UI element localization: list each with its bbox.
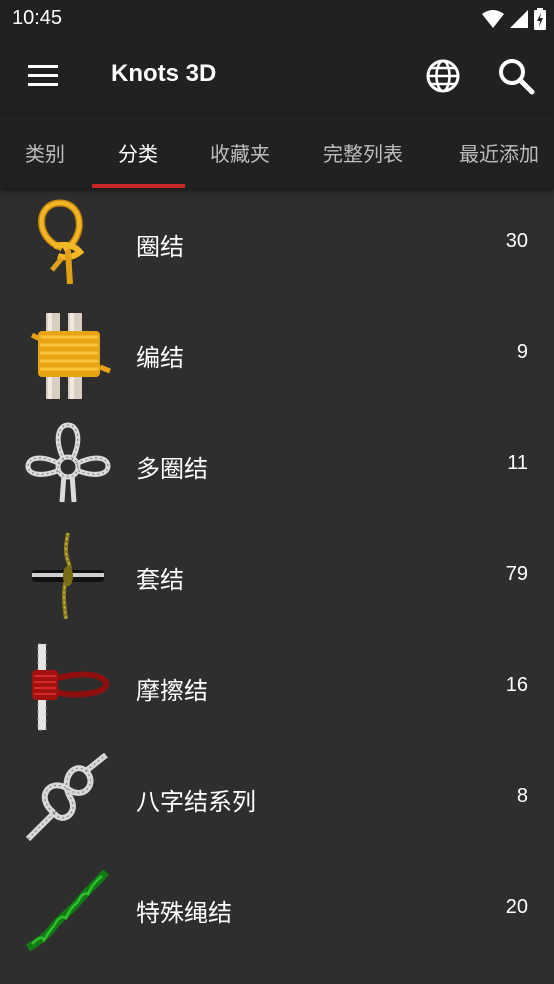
category-name: 特殊绳结 <box>136 899 232 927</box>
list-item[interactable]: 摩擦结 16 <box>0 632 554 743</box>
category-name: 套结 <box>136 566 184 594</box>
wifi-icon <box>482 10 504 28</box>
category-count: 11 <box>507 452 528 474</box>
signal-icon <box>510 10 528 28</box>
category-count: 79 <box>505 563 528 585</box>
category-name: 多圈结 <box>136 455 208 483</box>
list-item[interactable]: 圈结 30 <box>0 188 554 299</box>
multi-loop-knot-icon <box>25 422 111 503</box>
list-item[interactable]: 套结 79 <box>0 521 554 632</box>
category-count: 20 <box>505 896 528 918</box>
category-name: 编结 <box>136 344 184 372</box>
menu-icon[interactable] <box>28 65 58 87</box>
category-name: 摩擦结 <box>136 677 208 705</box>
list-item[interactable]: 多圈结 11 <box>0 410 554 521</box>
tab-classification[interactable]: 分类 <box>118 138 158 167</box>
search-icon[interactable] <box>496 56 536 96</box>
figure-eight-knot-icon <box>25 753 108 842</box>
special-knot-icon <box>25 869 110 952</box>
category-name: 八字结系列 <box>136 788 256 816</box>
battery-icon <box>534 8 546 30</box>
tab-favorites[interactable]: 收藏夹 <box>210 138 270 167</box>
loop-knot-icon <box>38 199 85 285</box>
category-name: 圈结 <box>136 233 184 261</box>
tab-bar: 类别 分类 收藏夹 完整列表 最近添加 <box>0 114 554 188</box>
category-count: 9 <box>516 341 528 363</box>
list-item[interactable]: 八字结系列 8 <box>0 743 554 854</box>
tab-full-list[interactable]: 完整列表 <box>323 138 403 167</box>
app-title: Knots 3D <box>111 60 217 87</box>
status-bar: 10:45 <box>0 0 554 38</box>
category-count: 16 <box>505 674 528 696</box>
hitch-knot-icon <box>32 532 104 620</box>
list-item[interactable]: 特殊绳结 20 <box>0 854 554 965</box>
status-time: 10:45 <box>12 7 63 29</box>
list-item[interactable]: 编结 9 <box>0 299 554 410</box>
globe-icon[interactable] <box>424 57 462 95</box>
category-count: 8 <box>516 785 528 807</box>
friction-knot-icon <box>32 643 110 731</box>
category-list: 圈结 30 编结 9 多圈结 11 套结 79 摩擦结 16 八字结系列 8 特… <box>0 188 554 965</box>
tab-categories[interactable]: 类别 <box>25 138 65 167</box>
status-icons <box>482 7 546 31</box>
tab-recently-added[interactable]: 最近添加 <box>459 138 539 167</box>
app-bar: Knots 3D <box>0 38 554 114</box>
lashing-knot-icon <box>30 313 111 399</box>
category-count: 30 <box>505 230 528 252</box>
